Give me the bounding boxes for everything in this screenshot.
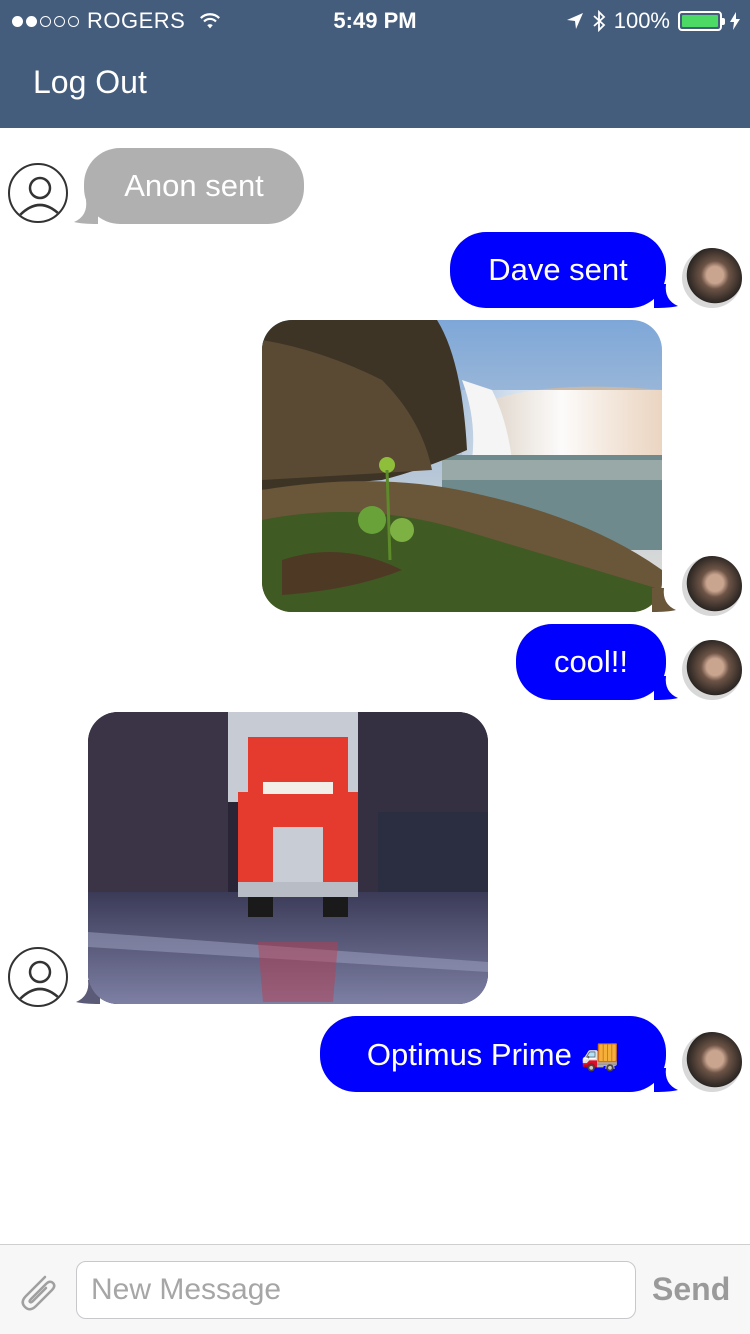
charging-bolt-icon <box>730 12 740 30</box>
message-bubble-outgoing[interactable]: Optimus Prime 🚚 <box>320 1016 666 1092</box>
bubble-tail <box>654 284 678 308</box>
image-message-truck[interactable] <box>88 712 488 1004</box>
bubble-tail <box>654 1068 678 1092</box>
anon-avatar-icon[interactable] <box>8 163 68 223</box>
anon-avatar-icon[interactable] <box>8 947 68 1007</box>
dave-avatar-icon[interactable] <box>682 248 742 308</box>
nav-bar: ROGERS 5:49 PM 100% Log Out <box>0 0 750 128</box>
bubble-tail <box>652 588 676 612</box>
paperclip-icon[interactable] <box>12 1267 62 1317</box>
battery-percent: 100% <box>613 8 670 33</box>
dave-avatar-icon[interactable] <box>682 556 742 616</box>
message-bubble-incoming[interactable]: Anon sent <box>84 148 304 224</box>
dave-avatar-icon[interactable] <box>682 640 742 700</box>
message-bubble-outgoing[interactable]: Dave sent <box>450 232 666 308</box>
dave-avatar-icon[interactable] <box>682 1032 742 1092</box>
bubble-tail <box>654 676 678 700</box>
send-button[interactable]: Send <box>652 1271 730 1308</box>
logout-button[interactable]: Log Out <box>33 64 147 101</box>
battery-icon <box>678 11 725 31</box>
message-text: Optimus Prime 🚚 <box>366 1036 620 1072</box>
message-text: Anon sent <box>124 168 264 203</box>
bluetooth-icon <box>593 10 606 32</box>
status-bar: ROGERS 5:49 PM 100% <box>0 0 750 40</box>
location-arrow-icon <box>566 13 583 29</box>
message-text: cool!! <box>553 644 629 679</box>
image-message-waterfall[interactable] <box>262 320 662 612</box>
message-text: Dave sent <box>488 252 628 287</box>
composer-bar: Send <box>0 1244 750 1334</box>
message-input[interactable] <box>76 1261 636 1319</box>
message-bubble-outgoing[interactable]: cool!! <box>516 624 666 700</box>
